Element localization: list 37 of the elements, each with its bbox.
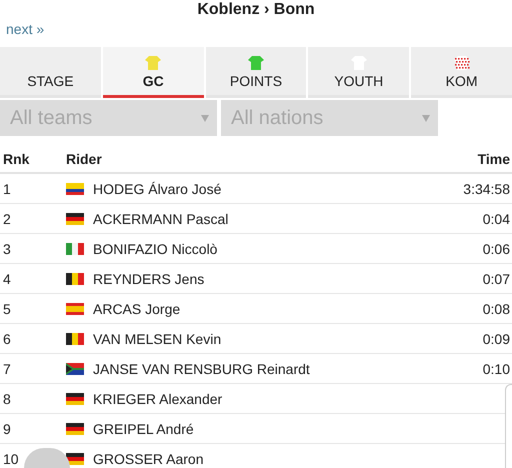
time-cell: 3:34:58	[463, 180, 510, 196]
rider-name[interactable]: KRIEGER Alexander	[93, 390, 222, 406]
rider-name[interactable]: BONIFAZIO Niccolò	[93, 240, 218, 256]
time-cell: 0:08	[482, 300, 510, 316]
tab[interactable]: POINTS	[206, 47, 306, 98]
rank-cell: 3	[3, 240, 11, 256]
rider-name[interactable]: VAN MELSEN Kevin	[93, 330, 222, 346]
rider-name[interactable]: HODEG Álvaro José	[93, 180, 222, 196]
time-cell: 0:06	[482, 240, 510, 256]
rider-name[interactable]: JANSE VAN RENSBURG Reinardt	[93, 360, 310, 376]
rank-cell: 7	[3, 360, 11, 376]
rank-cell: 10	[3, 450, 19, 466]
rank-cell: 1	[3, 180, 11, 196]
rider-name[interactable]: REYNDERS Jens	[93, 270, 204, 286]
rank-cell: 4	[3, 270, 11, 286]
rank-cell: 9	[3, 420, 11, 436]
column-header: Rider	[66, 150, 103, 166]
column-header: Rnk	[3, 150, 30, 166]
tab[interactable]: KOM	[411, 47, 512, 98]
time-cell: 0:10	[482, 360, 510, 376]
tab[interactable]: STAGE	[0, 47, 101, 98]
rank-cell: 6	[3, 330, 11, 346]
time-cell: 0:07	[482, 270, 510, 286]
rank-cell: 2	[3, 210, 11, 226]
next-link[interactable]: next »	[6, 21, 44, 37]
rider-name[interactable]: GREIPEL André	[93, 420, 194, 436]
stage-title: Koblenz › Bonn	[197, 1, 315, 18]
tab[interactable]: YOUTH	[308, 47, 410, 98]
rank-cell: 5	[3, 300, 11, 316]
rider-name[interactable]: ARCAS Jorge	[93, 300, 180, 316]
tab[interactable]: GC	[102, 47, 204, 98]
column-header: Time	[478, 150, 510, 166]
rank-cell: 8	[3, 390, 11, 406]
time-cell: 0:04	[482, 210, 510, 226]
rider-name[interactable]: GROSSER Aaron	[93, 450, 204, 466]
rider-name[interactable]: ACKERMANN Pascal	[93, 210, 228, 226]
time-cell: 0:09	[482, 330, 510, 346]
